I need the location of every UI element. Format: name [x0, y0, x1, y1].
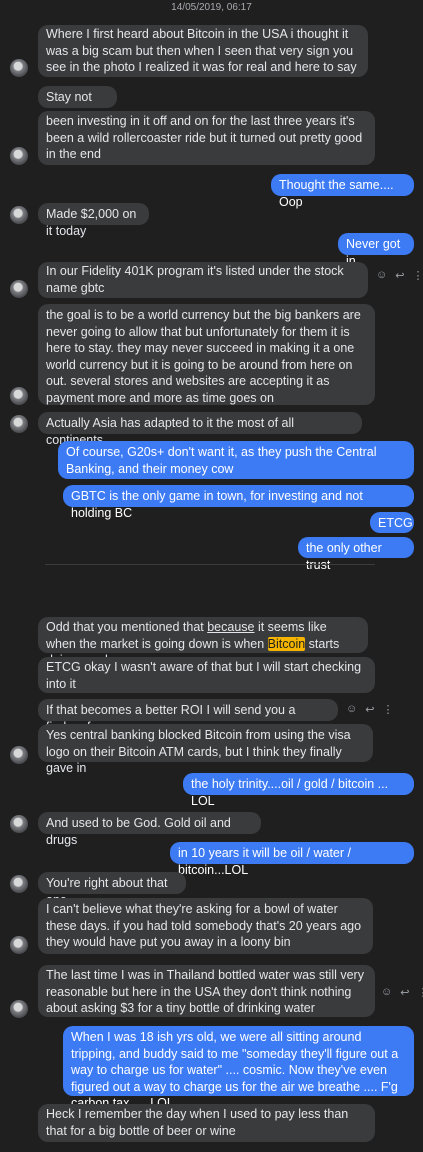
- incoming-message[interactable]: The last time I was in Thailand bottled …: [38, 965, 375, 1017]
- contact-avatar[interactable]: [10, 815, 28, 833]
- message-text: When I was 18 ish yrs old, we were all s…: [71, 1030, 399, 1110]
- incoming-message[interactable]: Made $2,000 on it today: [38, 203, 149, 238]
- underlined-word: because: [207, 620, 255, 634]
- message-actions: ☺ ↩ ⋮: [381, 986, 423, 999]
- react-icon[interactable]: ☺: [346, 703, 357, 716]
- contact-avatar[interactable]: [10, 415, 28, 433]
- contact-avatar[interactable]: [10, 206, 28, 224]
- message-text: ETCG: [378, 516, 413, 530]
- contact-avatar[interactable]: [10, 875, 28, 893]
- outgoing-message[interactable]: Of course, G20s+ don't want it, as they …: [58, 441, 414, 479]
- incoming-message[interactable]: I can't believe what they're asking for …: [38, 898, 373, 954]
- incoming-message[interactable]: If that becomes a better ROI I will send…: [38, 699, 338, 734]
- message-text: Of course, G20s+ don't want it, as they …: [66, 445, 377, 476]
- more-options-icon[interactable]: ⋮: [417, 986, 423, 999]
- contact-avatar[interactable]: [10, 1000, 28, 1018]
- outgoing-message[interactable]: Thought the same.... Oop: [271, 174, 414, 209]
- message-text: Thought the same.... Oop: [279, 178, 394, 209]
- outgoing-message[interactable]: ETCG: [370, 512, 414, 533]
- incoming-message[interactable]: been investing in it off and on for the …: [38, 111, 375, 165]
- message-text: the holy trinity....oil / gold / bitcoin…: [191, 777, 389, 808]
- contact-avatar[interactable]: [10, 746, 28, 764]
- react-icon[interactable]: ☺: [376, 269, 387, 282]
- contact-avatar[interactable]: [10, 147, 28, 165]
- react-icon[interactable]: ☺: [381, 986, 392, 999]
- incoming-message[interactable]: the goal is to be a world currency but t…: [38, 304, 375, 405]
- outgoing-message[interactable]: the only other trust: [298, 537, 414, 572]
- reply-icon[interactable]: ↩: [395, 269, 404, 282]
- message-text: Made $2,000 on it today: [46, 207, 137, 238]
- incoming-message[interactable]: You're right about that one: [38, 872, 186, 907]
- outgoing-message[interactable]: GBTC is the only game in town, for inves…: [63, 485, 414, 520]
- incoming-message[interactable]: Where I first heard about Bitcoin in the…: [38, 25, 368, 77]
- highlighted-search-term: Bitcoin: [267, 636, 306, 651]
- message-text: the only other trust: [306, 541, 382, 572]
- reply-icon[interactable]: ↩: [400, 986, 409, 999]
- incoming-message[interactable]: Heck I remember the day when I used to p…: [38, 1104, 375, 1142]
- incoming-message[interactable]: In our Fidelity 401K program it's listed…: [38, 262, 368, 298]
- contact-avatar[interactable]: [10, 280, 28, 298]
- message-actions: ☺ ↩ ⋮: [376, 269, 423, 282]
- more-options-icon[interactable]: ⋮: [382, 703, 393, 716]
- message-text: ETCG okay I wasn't aware of that but I w…: [46, 660, 362, 691]
- incoming-message[interactable]: ETCG okay I wasn't aware of that but I w…: [38, 657, 375, 693]
- incoming-message[interactable]: Stay not say: [38, 86, 117, 121]
- reply-icon[interactable]: ↩: [365, 703, 374, 716]
- message-text: Heck I remember the day when I used to p…: [46, 1107, 349, 1138]
- outgoing-message[interactable]: When I was 18 ish yrs old, we were all s…: [63, 1026, 414, 1110]
- outgoing-message[interactable]: the holy trinity....oil / gold / bitcoin…: [183, 773, 414, 808]
- more-options-icon[interactable]: ⋮: [412, 269, 423, 282]
- conversation-timestamp: 14/05/2019, 06:17: [171, 2, 252, 13]
- message-text: I can't believe what they're asking for …: [46, 902, 362, 949]
- message-text: In our Fidelity 401K program it's listed…: [46, 264, 344, 295]
- message-text: The last time I was in Thailand bottled …: [46, 968, 364, 1015]
- contact-avatar[interactable]: [10, 59, 28, 77]
- contact-avatar[interactable]: [10, 936, 28, 954]
- message-text: been investing in it off and on for the …: [46, 114, 363, 161]
- message-text: GBTC is the only game in town, for inves…: [71, 489, 363, 520]
- message-text: Where I first heard about Bitcoin in the…: [46, 27, 357, 74]
- contact-avatar[interactable]: [10, 387, 28, 405]
- message-actions: ☺ ↩ ⋮: [346, 703, 393, 716]
- outgoing-message[interactable]: in 10 years it will be oil / water / bit…: [170, 842, 414, 877]
- incoming-message[interactable]: Yes central banking blocked Bitcoin from…: [38, 724, 373, 775]
- incoming-message[interactable]: And used to be God. Gold oil and drugs: [38, 812, 261, 847]
- incoming-message[interactable]: Odd that you mentioned that because it s…: [38, 617, 368, 667]
- message-text: in 10 years it will be oil / water / bit…: [178, 846, 351, 877]
- message-text: the goal is to be a world currency but t…: [46, 308, 361, 405]
- outgoing-message[interactable]: Never got in: [338, 233, 414, 268]
- incoming-message[interactable]: Actually Asia has adapted to it the most…: [38, 412, 362, 447]
- message-text: Odd that you mentioned that: [46, 620, 208, 634]
- history-divider: [45, 564, 375, 565]
- message-text: Yes central banking blocked Bitcoin from…: [46, 728, 351, 775]
